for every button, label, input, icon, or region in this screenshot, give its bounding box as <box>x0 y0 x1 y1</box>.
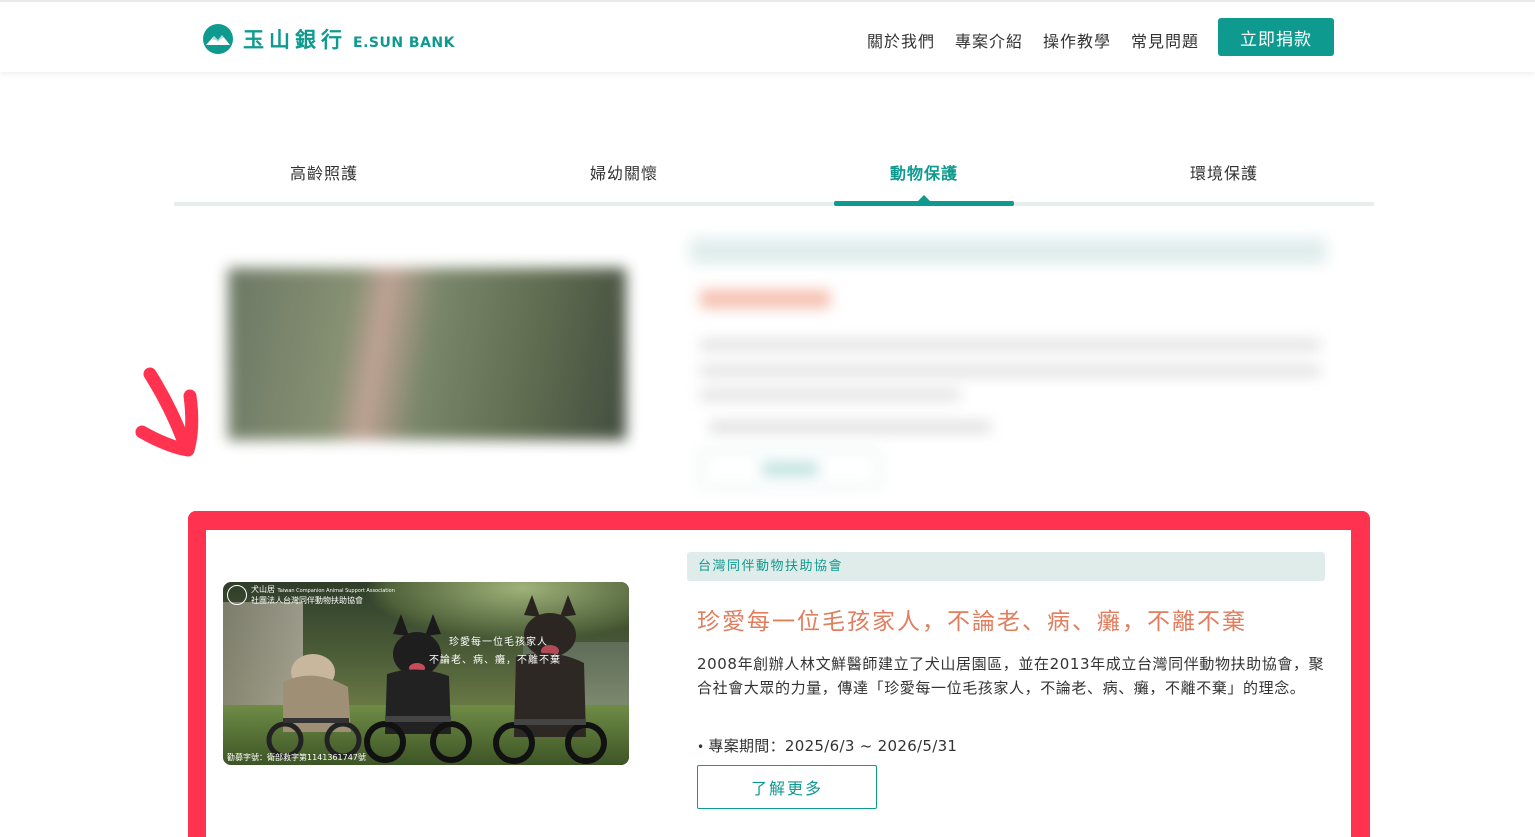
blurred-title <box>700 290 830 308</box>
brand-logo[interactable]: 玉山銀行 E.SUN BANK <box>203 24 455 54</box>
donate-button[interactable]: 立即捐款 <box>1218 18 1334 56</box>
logo-text-zh: 玉山銀行 <box>243 28 347 52</box>
photo-slogan: 珍愛每一位毛孩家人 不論老、病、癱，不離不棄 <box>429 634 561 670</box>
project-period: • 專案期間：2025/6/3 ~ 2026/5/31 <box>697 735 957 756</box>
blurred-description <box>700 390 960 400</box>
shelter-logo-icon <box>227 585 247 605</box>
photo-slogan-line2: 不論老、病、癱，不離不棄 <box>429 655 561 666</box>
project-photo[interactable]: 犬山居 Taiwan Companion Animal Support Asso… <box>223 582 629 765</box>
blurred-project-card <box>200 226 1350 506</box>
site-header: 玉山銀行 E.SUN BANK 關於我們 專案介紹 操作教學 常見問題 立即捐款 <box>0 0 1535 72</box>
photo-brand-en: Taiwan Companion Animal Support Associat… <box>277 588 395 594</box>
photo-brand-org: 社團法人台灣同伴動物扶助協會 <box>251 596 363 605</box>
photo-brand-name: 犬山居 <box>251 585 275 594</box>
tab-elderly-care[interactable]: 高齡照護 <box>174 160 474 184</box>
active-tab-caret-icon <box>918 195 930 201</box>
tabs-divider <box>174 202 1374 206</box>
organization-tag: 台灣同伴動物扶助協會 <box>687 552 1325 581</box>
blurred-org-tag <box>690 238 1326 264</box>
logo-text-en: E.SUN BANK <box>353 35 455 51</box>
photo-slogan-line1: 珍愛每一位毛孩家人 <box>449 637 548 648</box>
project-description: 2008年創辦人林文鮮醫師建立了犬山居園區，並在2013年成立台灣同伴動物扶助協… <box>697 655 1325 697</box>
blurred-period <box>710 422 990 432</box>
category-tabs: 高齡照護 婦幼關懷 動物保護 環境保護 <box>174 150 1374 206</box>
blurred-description <box>700 366 1320 376</box>
project-title[interactable]: 珍愛每一位毛孩家人，不論老、病、癱，不離不棄 <box>697 602 1247 636</box>
tab-environment[interactable]: 環境保護 <box>1074 160 1374 184</box>
nav-tutorial[interactable]: 操作教學 <box>1043 28 1111 52</box>
nav-projects[interactable]: 專案介紹 <box>955 28 1023 52</box>
photo-permit-number: 勸募字號：衛部救字第1141361747號 <box>227 753 366 762</box>
bullet-icon: • <box>697 740 705 754</box>
nav-faq[interactable]: 常見問題 <box>1131 28 1199 52</box>
tab-women-children[interactable]: 婦幼關懷 <box>474 160 774 184</box>
dog-figure-left <box>266 654 362 759</box>
learn-more-button[interactable]: 了解更多 <box>697 765 877 809</box>
active-tab-indicator <box>834 201 1014 206</box>
photo-brand: 犬山居 Taiwan Companion Animal Support Asso… <box>227 585 395 606</box>
mountain-icon <box>203 24 233 54</box>
annotation-arrow-icon <box>135 367 199 457</box>
blurred-description <box>700 340 1320 350</box>
dog-figure-right <box>493 595 607 764</box>
nav-about[interactable]: 關於我們 <box>867 28 935 52</box>
dog-figure-center <box>364 614 472 763</box>
blurred-more-button <box>700 450 880 488</box>
tab-animal-protection[interactable]: 動物保護 <box>774 160 1074 184</box>
project-period-text: 專案期間：2025/6/3 ~ 2026/5/31 <box>708 737 958 755</box>
blurred-project-image <box>228 268 626 440</box>
